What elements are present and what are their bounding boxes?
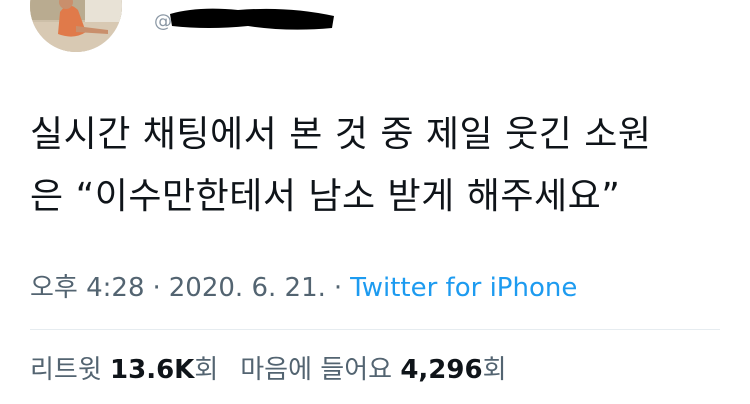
redacted-username: [170, 8, 334, 30]
avatar-photo: [30, 0, 122, 52]
retweets-label: 리트윗: [30, 355, 102, 385]
likes-unit: 회: [482, 355, 507, 385]
likes-count: 4,296: [400, 355, 483, 385]
tweet-meta: 오후 4:28 · 2020. 6. 21. · Twitter for iPhone: [30, 268, 577, 308]
tweet-header: @: [0, 0, 750, 70]
retweets-stat[interactable]: 리트윗 13.6K회: [30, 350, 218, 390]
tweet-date[interactable]: 2020. 6. 21.: [169, 273, 326, 303]
meta-separator: ·: [333, 273, 343, 303]
tweet-text-line: 은 “이수만한테서 남소 받게 해주세요”: [30, 176, 621, 217]
meta-separator: ·: [152, 273, 161, 303]
likes-label: 마음에 들어요: [240, 355, 393, 385]
tweet-text-line: 실시간 채팅에서 본 것 중 제일 웃긴 소원: [30, 114, 652, 155]
tweet-text: 실시간 채팅에서 본 것 중 제일 웃긴 소원 은 “이수만한테서 남소 받게 …: [30, 104, 720, 228]
tweet-source-link[interactable]: Twitter for iPhone: [350, 273, 577, 303]
retweets-count: 13.6K: [110, 355, 195, 385]
likes-stat[interactable]: 마음에 들어요 4,296회: [240, 350, 506, 390]
divider: [30, 329, 720, 330]
tweet-stats: 리트윗 13.6K회 마음에 들어요 4,296회: [30, 350, 528, 390]
avatar[interactable]: [30, 0, 122, 52]
tweet-time[interactable]: 오후 4:28: [30, 273, 145, 303]
retweets-unit: 회: [194, 355, 219, 385]
